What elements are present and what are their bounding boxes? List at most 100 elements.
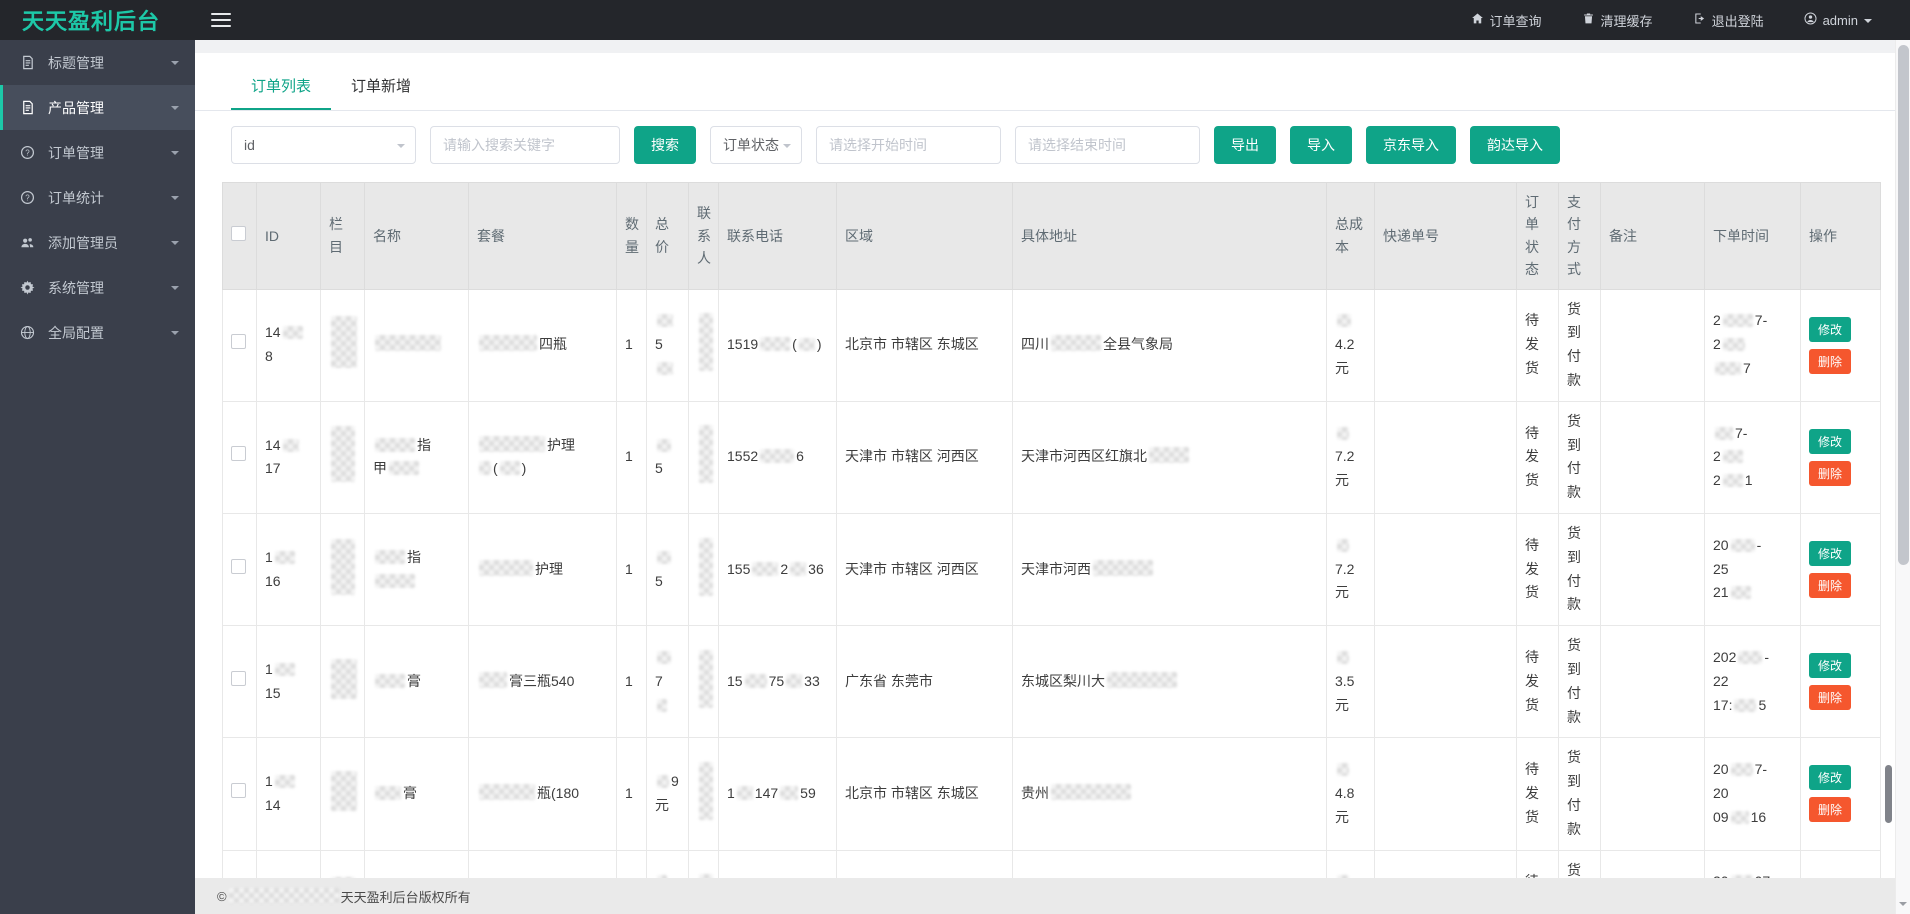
sidebar-item-label: 系统管理 [48, 278, 104, 298]
page-scrollbar[interactable] [1895, 40, 1910, 914]
column-header: 栏目 [321, 183, 365, 290]
edit-button[interactable]: 修改 [1809, 765, 1851, 790]
actions-cell: 修改删除 [1801, 738, 1881, 850]
scrollbar-down-arrow-icon[interactable] [1899, 902, 1907, 910]
table-cell: 157533 [719, 626, 837, 738]
export-button[interactable]: 导出 [1214, 126, 1276, 164]
edit-button[interactable]: 修改 [1809, 541, 1851, 566]
table-cell: 3.5元 [1327, 626, 1375, 738]
delete-button[interactable]: 删除 [1809, 797, 1851, 822]
edit-button[interactable]: 修改 [1809, 317, 1851, 342]
sidebar-item-label: 添加管理员 [48, 233, 118, 253]
yunda-import-button[interactable]: 韵达导入 [1470, 126, 1560, 164]
sidebar-item-2[interactable]: ?订单管理 [0, 130, 195, 175]
table-cell: 1 [617, 626, 647, 738]
hamburger-menu-icon[interactable] [211, 9, 231, 31]
actions-cell: 修改删除 [1801, 626, 1881, 738]
censored-block [1723, 474, 1743, 487]
keyword-input[interactable] [430, 126, 620, 164]
table-cell: 1519() [719, 289, 837, 401]
edit-button[interactable]: 修改 [1809, 653, 1851, 678]
start-time-input[interactable] [816, 126, 1001, 164]
censored-block [1051, 335, 1101, 351]
table-row: 1护理126元13661湖南省 长沙市 长沙县星沙幸7.2元待发货货到付款200… [223, 850, 1881, 878]
sidebar-item-0[interactable]: 标题管理 [0, 40, 195, 85]
row-checkbox[interactable] [231, 559, 246, 574]
sidebar-item-3[interactable]: ?订单统计 [0, 175, 195, 220]
table-cell [689, 401, 719, 513]
table-cell: 星沙幸 [1013, 850, 1327, 878]
table-cell: 7 [647, 626, 689, 738]
navbar-item-2[interactable]: 退出登陆 [1693, 11, 1764, 30]
table-cell: 待发货 [1517, 850, 1559, 878]
chevron-down-icon [397, 144, 405, 152]
censored-block [786, 674, 802, 688]
navbar-item-1[interactable]: 清理缓存 [1582, 11, 1653, 30]
table-cell [1601, 850, 1705, 878]
search-field-select[interactable]: id [231, 126, 416, 164]
table-cell: 202-2217:5 [1705, 626, 1801, 738]
censored-block [799, 338, 815, 351]
navbar-item-3[interactable]: admin [1804, 12, 1872, 28]
censored-block [699, 313, 713, 371]
sidebar-item-label: 产品管理 [48, 98, 104, 118]
censored-block [479, 672, 507, 688]
sidebar-item-5[interactable]: 系统管理 [0, 265, 195, 310]
tab-order-list[interactable]: 订单列表 [231, 61, 331, 110]
row-checkbox[interactable] [231, 446, 246, 461]
sidebar-item-label: 订单管理 [48, 143, 104, 163]
censored-block [500, 461, 520, 475]
table-row: 116指护理15155236天津市 市辖区 河西区天津市河西7.2元待发货货到付… [223, 513, 1881, 625]
table-cell [1601, 626, 1705, 738]
end-time-input[interactable] [1015, 126, 1200, 164]
censored-block [657, 362, 673, 375]
row-checkbox-cell [223, 850, 257, 878]
delete-button[interactable]: 删除 [1809, 573, 1851, 598]
scrollbar-thumb[interactable] [1898, 45, 1909, 565]
table-cell: 天津市河西区红旗北 [1013, 401, 1327, 513]
table-cell: 15526 [719, 401, 837, 513]
table-cell: 护理 [469, 513, 617, 625]
censored-block [1723, 338, 1745, 351]
import-button[interactable]: 导入 [1290, 126, 1352, 164]
select-all-checkbox[interactable] [231, 226, 246, 241]
jd-import-button[interactable]: 京东导入 [1366, 126, 1456, 164]
table-cell [1375, 289, 1517, 401]
sidebar-item-1[interactable]: 产品管理 [0, 85, 195, 130]
table-cell: 货到付款 [1559, 401, 1601, 513]
inner-scrollbar-thumb[interactable] [1885, 765, 1892, 823]
delete-button[interactable]: 删除 [1809, 461, 1851, 486]
sidebar-item-6[interactable]: 全局配置 [0, 310, 195, 355]
user-icon [1804, 12, 1817, 28]
table-cell: 114 [257, 738, 321, 850]
order-status-select[interactable]: 订单状态 [710, 126, 802, 164]
censored-block [375, 674, 405, 688]
row-checkbox-cell [223, 738, 257, 850]
navbar-item-0[interactable]: 订单查询 [1471, 11, 1542, 30]
table-cell: 1 [257, 850, 321, 878]
censored-block [1093, 560, 1153, 576]
column-header: 名称 [365, 183, 469, 290]
row-checkbox[interactable] [231, 334, 246, 349]
search-button[interactable]: 搜索 [634, 126, 696, 164]
row-checkbox[interactable] [231, 671, 246, 686]
table-cell [1375, 850, 1517, 878]
delete-button[interactable]: 删除 [1809, 685, 1851, 710]
censored-block [275, 663, 295, 676]
edit-button[interactable]: 修改 [1809, 429, 1851, 454]
censored-block [657, 651, 671, 664]
table-cell: 27-27 [1705, 289, 1801, 401]
row-checkbox[interactable] [231, 783, 246, 798]
chevron-down-icon [783, 144, 791, 152]
censored-block [1731, 763, 1753, 776]
sidebar-item-4[interactable]: 添加管理员 [0, 220, 195, 265]
tab-order-new[interactable]: 订单新增 [331, 61, 431, 110]
globe-icon [20, 325, 36, 341]
table-row: 115膏膏三瓶54017157533广东省 东莞市东城区梨川大3.5元待发货货到… [223, 626, 1881, 738]
column-header: 订单状态 [1517, 183, 1559, 290]
censored-block [375, 786, 401, 800]
delete-button[interactable]: 删除 [1809, 349, 1851, 374]
table-cell [1375, 738, 1517, 850]
column-header: 总价 [647, 183, 689, 290]
censored-block [1337, 539, 1349, 552]
